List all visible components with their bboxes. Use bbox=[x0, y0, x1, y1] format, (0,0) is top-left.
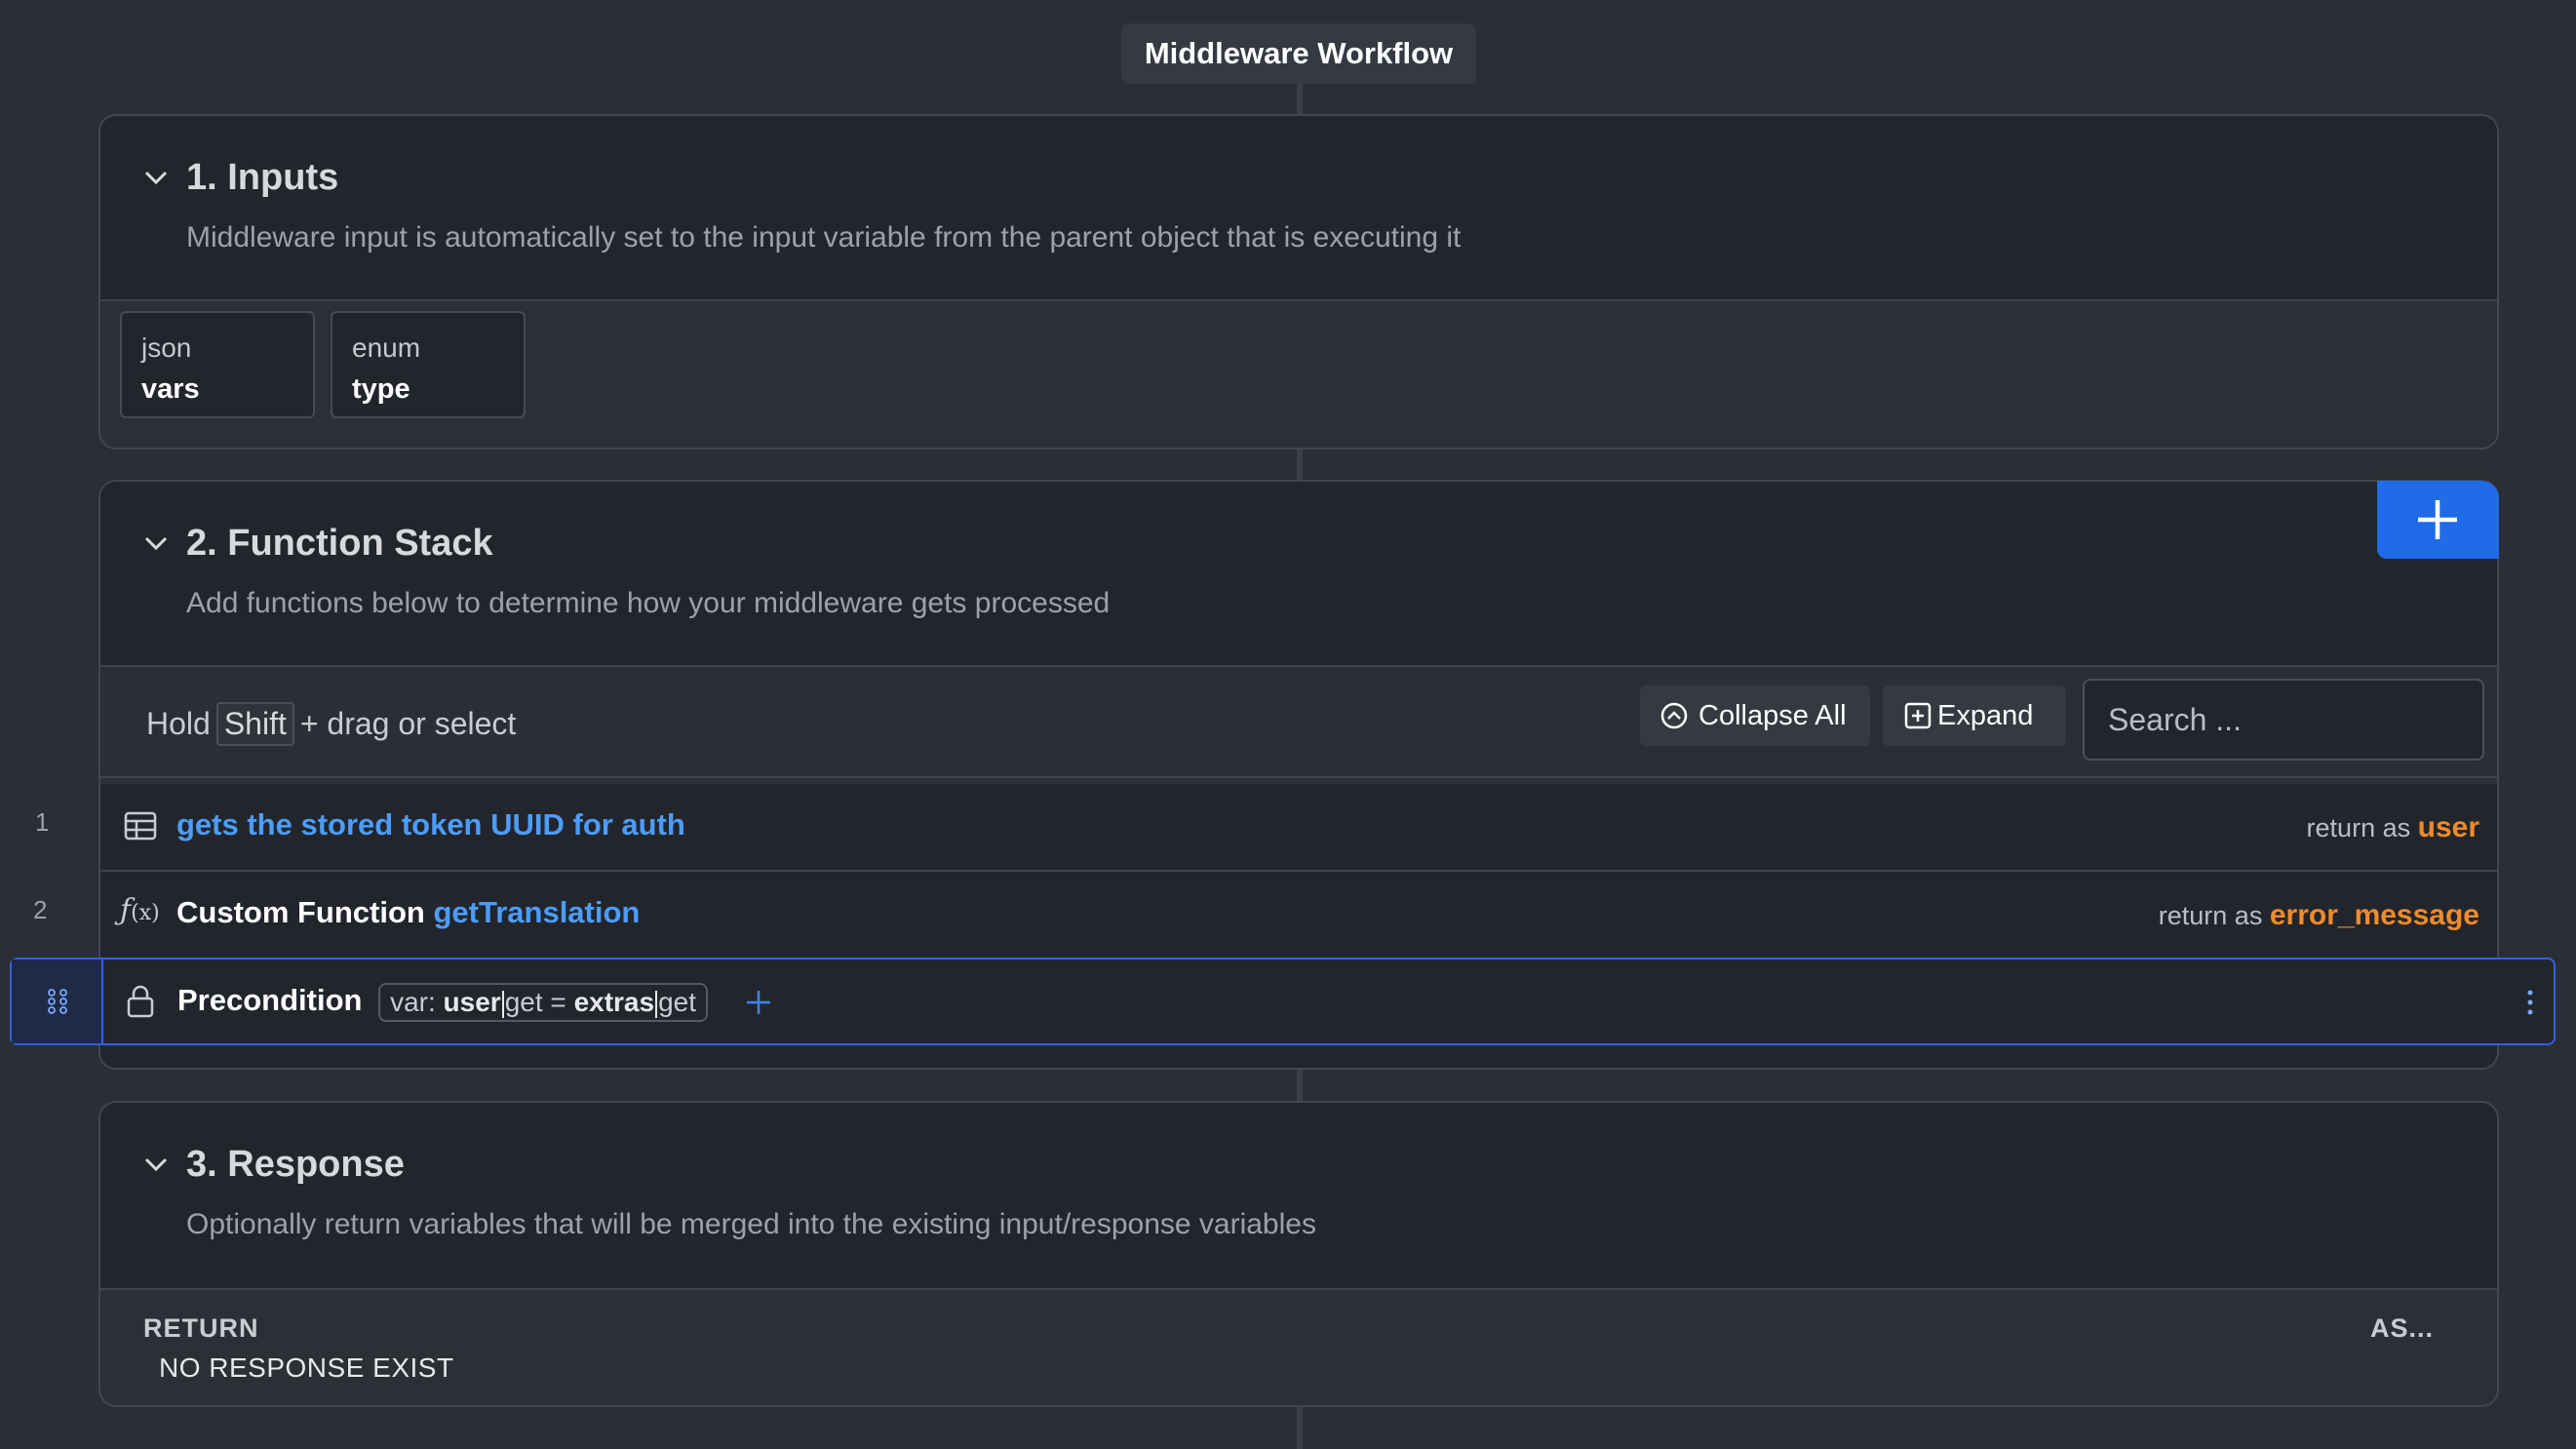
input-card-vars[interactable]: json vars bbox=[120, 311, 315, 418]
section-subtitle: Middleware input is automatically set to… bbox=[186, 221, 1462, 254]
section-title: 3. Response bbox=[186, 1144, 405, 1185]
expand-label: Expand bbox=[1937, 700, 2034, 731]
expand-icon bbox=[1904, 702, 1932, 729]
return-variable[interactable]: user bbox=[2418, 811, 2479, 843]
search-input[interactable] bbox=[2083, 679, 2484, 761]
return-prefix: return as bbox=[2306, 813, 2411, 842]
chevron-down-icon[interactable] bbox=[143, 530, 169, 556]
hint-text: Hold bbox=[146, 706, 211, 741]
connector-line bbox=[1297, 1406, 1303, 1449]
return-variable[interactable]: error_message bbox=[2270, 899, 2479, 931]
function-label[interactable]: gets the stored token UUID for auth bbox=[176, 807, 685, 842]
section-title: 1. Inputs bbox=[186, 157, 339, 198]
precondition-label: Precondition bbox=[177, 983, 363, 1018]
function-content: Custom Function getTranslation bbox=[176, 895, 640, 930]
shift-key: Shift bbox=[215, 702, 294, 746]
selection-hint: Hold Shift + drag or select bbox=[146, 702, 516, 746]
return-column-label: RETURN bbox=[143, 1313, 259, 1343]
function-toolbar: Hold Shift + drag or select Collapse All E… bbox=[100, 667, 2497, 778]
line-number: 2 bbox=[33, 895, 48, 924]
precondition-content: Precondition var: user get = extras get bbox=[177, 983, 771, 1022]
grip-icon bbox=[48, 989, 67, 1014]
input-name: type bbox=[352, 373, 410, 405]
filter-separator bbox=[655, 990, 658, 1018]
expression-pill[interactable]: var: user get = extras get bbox=[378, 983, 709, 1022]
input-name: vars bbox=[141, 373, 200, 405]
response-header[interactable]: 3. Response Optionally return variables … bbox=[100, 1103, 2497, 1290]
table-icon bbox=[124, 811, 157, 841]
section-subtitle: Add functions below to determine how you… bbox=[186, 587, 1111, 619]
collapse-all-button[interactable]: Collapse All bbox=[1640, 685, 1870, 746]
function-row[interactable]: ƒ(x) Custom Function getTranslation retu… bbox=[100, 872, 2497, 959]
plus-icon bbox=[2418, 500, 2457, 539]
inputs-section: 1. Inputs Middleware input is automatica… bbox=[98, 114, 2499, 450]
function-label[interactable]: getTranslation bbox=[433, 895, 640, 929]
chevron-down-icon[interactable] bbox=[143, 165, 169, 190]
collapse-all-label: Collapse All bbox=[1698, 700, 1847, 731]
more-options-icon[interactable] bbox=[2526, 989, 2534, 1016]
section-subtitle: Optionally return variables that will be… bbox=[186, 1208, 1316, 1240]
drag-handle[interactable] bbox=[12, 959, 103, 1043]
hint-text: + drag or select bbox=[299, 706, 517, 741]
expr-variable: user bbox=[443, 987, 501, 1017]
line-number: 1 bbox=[35, 807, 50, 837]
response-section: 3. Response Optionally return variables … bbox=[98, 1101, 2499, 1407]
connector-line bbox=[1297, 1069, 1303, 1102]
input-type: enum bbox=[352, 333, 421, 363]
expr-filter: get bbox=[658, 987, 697, 1017]
filter-separator bbox=[501, 990, 504, 1018]
input-type: json bbox=[141, 333, 192, 363]
empty-response-text: NO RESPONSE EXIST bbox=[159, 1352, 454, 1383]
expand-button[interactable]: Expand bbox=[1883, 685, 2066, 746]
function-icon: ƒ(x) bbox=[120, 893, 160, 927]
inputs-header[interactable]: 1. Inputs Middleware input is automatica… bbox=[100, 116, 2497, 301]
connector-line bbox=[1297, 84, 1303, 115]
connector-line bbox=[1297, 449, 1303, 482]
workflow-title: Middleware Workflow bbox=[1121, 23, 1476, 84]
function-stack-header[interactable]: 2. Function Stack Add functions below to… bbox=[100, 482, 2497, 667]
add-function-button[interactable] bbox=[2377, 481, 2499, 559]
add-condition-icon[interactable] bbox=[746, 990, 771, 1015]
chevron-down-icon[interactable] bbox=[143, 1152, 169, 1177]
return-prefix: return as bbox=[2158, 901, 2263, 930]
section-title: 2. Function Stack bbox=[186, 523, 493, 564]
expr-operator: = bbox=[550, 987, 566, 1017]
as-column-label: AS... bbox=[2370, 1313, 2435, 1343]
expr-filter: get bbox=[504, 987, 543, 1017]
expr-value: extras bbox=[573, 987, 655, 1017]
lock-icon bbox=[127, 985, 154, 1018]
function-prefix: Custom Function bbox=[176, 895, 425, 929]
collapse-icon bbox=[1660, 702, 1688, 729]
return-as: return as user bbox=[2307, 811, 2479, 844]
input-card-type[interactable]: enum type bbox=[331, 311, 526, 418]
expr-prefix: var: bbox=[390, 987, 436, 1017]
function-row[interactable]: gets the stored token UUID for auth retu… bbox=[100, 784, 2497, 872]
precondition-row[interactable]: Precondition var: user get = extras get bbox=[10, 958, 2556, 1045]
return-as: return as error_message bbox=[2159, 899, 2479, 932]
